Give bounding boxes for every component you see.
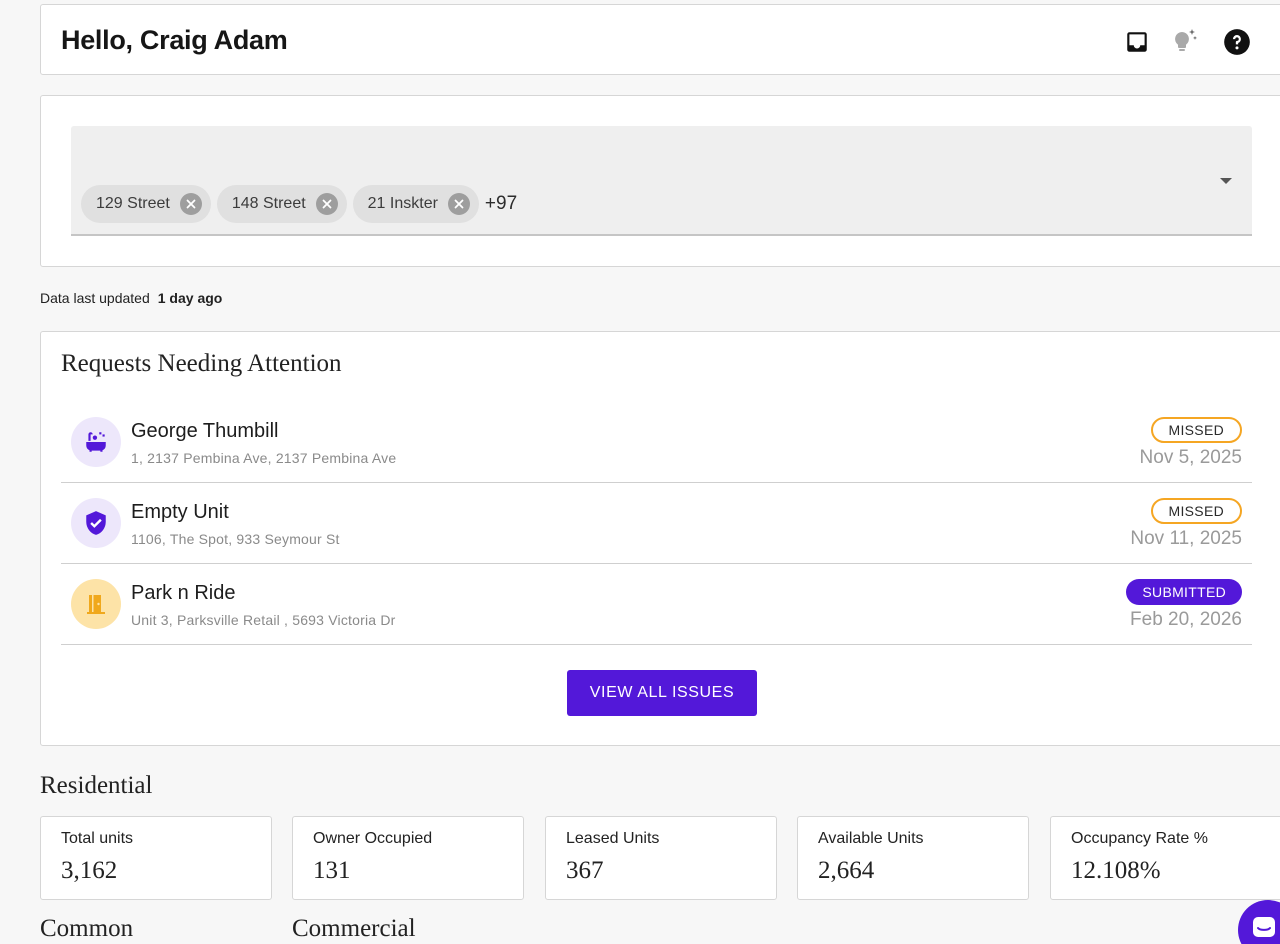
list-item[interactable]: George Thumbill 1, 2137 Pembina Ave, 213… <box>61 402 1252 483</box>
chip-remove-button[interactable] <box>315 193 338 215</box>
property-filter-card: 129 Street 148 Street 21 Inskter +97 <box>40 95 1280 267</box>
chat-icon <box>1253 917 1275 937</box>
requests-list: George Thumbill 1, 2137 Pembina Ave, 213… <box>61 402 1252 645</box>
requests-title: Requests Needing Attention <box>61 350 342 377</box>
dropdown-caret-icon[interactable] <box>1220 178 1232 184</box>
inbox-icon <box>1127 32 1147 52</box>
selected-properties: 129 Street 148 Street 21 Inskter +97 <box>81 185 517 223</box>
common-title: Common <box>40 915 134 942</box>
stat-card-leased-units: Leased Units 367 <box>545 816 777 900</box>
commercial-title: Commercial <box>292 915 416 942</box>
help-button[interactable] <box>1222 27 1252 57</box>
tips-button[interactable] <box>1170 27 1200 57</box>
stat-label: Total units <box>61 830 134 847</box>
request-date: Nov 11, 2025 <box>1130 528 1242 549</box>
property-chip[interactable]: 129 Street <box>81 185 211 223</box>
close-icon <box>186 199 196 209</box>
residential-title: Residential <box>40 772 153 799</box>
stat-label: Available Units <box>818 830 924 847</box>
stat-card-available-units: Available Units 2,664 <box>797 816 1029 900</box>
stat-label: Leased Units <box>566 830 660 847</box>
chip-label: 21 Inskter <box>367 195 438 212</box>
page-title: Hello, Craig Adam <box>61 25 288 55</box>
updated-value: 1 day ago <box>157 290 223 306</box>
stat-card-total-units: Total units 3,162 <box>40 816 272 900</box>
list-item[interactable]: Empty Unit 1106, The Spot, 933 Seymour S… <box>61 483 1252 564</box>
close-icon <box>322 199 332 209</box>
chip-remove-button[interactable] <box>447 193 470 215</box>
bathtub-icon <box>86 432 106 452</box>
status-badge: SUBMITTED <box>1126 579 1242 605</box>
close-icon <box>454 199 464 209</box>
request-name: Park n Ride <box>131 582 236 604</box>
stat-value: 12.108% <box>1071 857 1161 884</box>
status-badge: MISSED <box>1150 417 1242 443</box>
chip-label: 129 Street <box>96 195 170 212</box>
request-address: 1106, The Spot, 933 Seymour St <box>131 531 340 547</box>
stat-label: Owner Occupied <box>313 830 433 847</box>
more-count: +97 <box>484 193 518 214</box>
chip-remove-button[interactable] <box>179 193 202 215</box>
help-icon <box>1224 29 1250 55</box>
property-chip[interactable]: 21 Inskter <box>352 185 479 223</box>
updated-label: Data last updated <box>40 290 150 306</box>
stat-card-occupancy-rate: Occupancy Rate % 12.108% <box>1050 816 1280 900</box>
data-updated-note: Data last updated 1 day ago <box>40 290 222 306</box>
property-chip[interactable]: 148 Street <box>216 185 347 223</box>
stat-card-owner-occupied: Owner Occupied 131 <box>292 816 524 900</box>
stat-value: 3,162 <box>61 857 118 884</box>
request-address: 1, 2137 Pembina Ave, 2137 Pembina Ave <box>131 450 397 466</box>
lightbulb-sparkle-icon <box>1175 29 1197 51</box>
door-icon <box>87 595 105 614</box>
stat-value: 2,664 <box>818 857 875 884</box>
chat-launcher-button[interactable] <box>1238 900 1280 944</box>
request-date: Feb 20, 2026 <box>1130 609 1242 630</box>
greeting-header: Hello, Craig Adam <box>40 4 1280 75</box>
avatar <box>71 498 121 548</box>
status-badge: MISSED <box>1150 498 1242 524</box>
inbox-button[interactable] <box>1122 27 1152 57</box>
shield-check-icon <box>86 511 106 535</box>
stat-value: 131 <box>313 857 351 884</box>
property-multiselect[interactable]: 129 Street 148 Street 21 Inskter +97 <box>71 126 1252 236</box>
avatar <box>71 579 121 629</box>
request-name: George Thumbill <box>131 420 279 442</box>
requests-card: Requests Needing Attention George Thumbi… <box>40 331 1280 746</box>
request-address: Unit 3, Parksville Retail , 5693 Victori… <box>131 612 396 628</box>
chip-label: 148 Street <box>231 195 306 212</box>
avatar <box>71 417 121 467</box>
stat-value: 367 <box>566 857 604 884</box>
stat-label: Occupancy Rate % <box>1071 830 1208 847</box>
request-date: Nov 5, 2025 <box>1139 447 1242 468</box>
view-all-issues-button[interactable]: VIEW ALL ISSUES <box>567 670 757 716</box>
list-item[interactable]: Park n Ride Unit 3, Parksville Retail , … <box>61 564 1252 645</box>
request-name: Empty Unit <box>131 501 229 523</box>
